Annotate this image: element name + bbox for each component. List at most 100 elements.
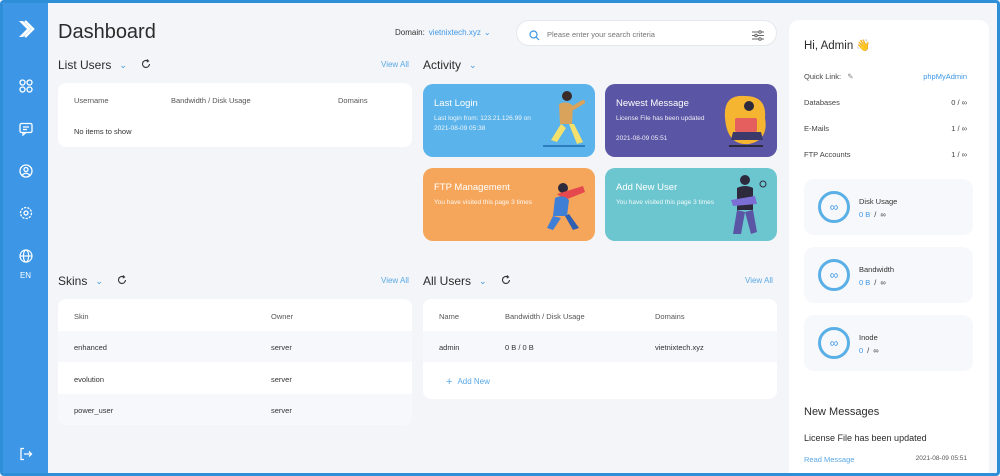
all-users-title: All Users — [423, 274, 472, 288]
activity-title: Activity — [423, 58, 462, 72]
refresh-icon[interactable] — [117, 274, 127, 288]
skins-title: Skins — [58, 274, 88, 288]
domain-selector[interactable]: Domain: vietnixtech.xyz ⌄ — [395, 28, 491, 37]
usage-label: Disk Usage — [859, 197, 898, 206]
globe-icon[interactable] — [3, 249, 48, 263]
quick-link-value[interactable]: phpMyAdmin — [923, 72, 967, 81]
app-frame: EN Dashboard Domain:vietnixtech.xyz⌄ Lis… — [0, 0, 1000, 476]
message-date: 2021-08-09 05:51 — [915, 455, 967, 462]
chevron-down-icon[interactable]: ⌄ — [469, 60, 477, 71]
person-standing-illustration — [731, 175, 767, 234]
skins-header: Skins ⌄ — [58, 274, 127, 288]
skins-table: Skin Owner enhanced server evolution ser… — [58, 299, 412, 425]
user-circle-icon[interactable] — [3, 164, 48, 178]
add-new-user-tile[interactable]: Add New User You have visited this page … — [605, 168, 777, 241]
sidebar: EN — [3, 3, 48, 473]
column-header[interactable]: Skin — [74, 312, 89, 321]
tile-subtitle: License File has been updated 2021-08-09 … — [616, 115, 705, 142]
stat-value: 1 / ∞ — [951, 150, 967, 159]
greeting: Hi, Admin 👋 — [804, 40, 871, 52]
plus-icon: + — [446, 376, 453, 388]
refresh-icon[interactable] — [501, 274, 511, 288]
column-header[interactable]: Owner — [271, 312, 293, 321]
chevron-down-icon[interactable]: ⌄ — [119, 60, 127, 71]
chevron-down-icon[interactable]: ⌄ — [484, 28, 491, 37]
bandwidth-card: ∞ Bandwidth 0 B / ∞ — [804, 247, 973, 303]
domain-value[interactable]: vietnixtech.xyz — [429, 28, 481, 37]
skin-name: enhanced — [74, 343, 107, 352]
skin-name: power_user — [74, 406, 114, 415]
person-scarf-illustration — [547, 183, 585, 230]
newest-message-tile[interactable]: Newest Message License File has been upd… — [605, 84, 777, 157]
activity-header: Activity ⌄ — [423, 58, 477, 72]
gear-icon[interactable] — [3, 206, 48, 220]
infinity-icon: ∞ — [818, 259, 850, 291]
search-bar — [516, 20, 777, 46]
pencil-icon[interactable]: ✎ — [847, 72, 853, 81]
stat-label: E-Mails — [804, 124, 830, 133]
ftp-management-tile[interactable]: FTP Management You have visited this pag… — [423, 168, 595, 241]
tile-title: Last Login — [434, 98, 478, 109]
empty-state-text: No items to show — [74, 127, 132, 136]
all-users-view-all-link[interactable]: View All — [745, 276, 773, 285]
infinity-icon: ∞ — [818, 327, 850, 359]
language-label[interactable]: EN — [3, 271, 48, 280]
skin-owner: server — [271, 375, 292, 384]
search-input[interactable] — [547, 26, 747, 42]
skins-view-all-link[interactable]: View All — [381, 276, 409, 285]
refresh-icon[interactable] — [141, 58, 151, 72]
all-users-header: All Users ⌄ — [423, 274, 511, 288]
search-icon[interactable] — [529, 28, 540, 46]
usage-label: Bandwidth — [859, 265, 895, 274]
column-header[interactable]: Bandwidth / Disk Usage — [171, 96, 251, 105]
tile-title: FTP Management — [434, 182, 510, 193]
infinity-icon: ∞ — [818, 191, 850, 223]
skin-owner: server — [271, 406, 292, 415]
chevron-down-icon[interactable]: ⌄ — [95, 276, 103, 287]
new-messages-title: New Messages — [804, 406, 880, 418]
skin-name: evolution — [74, 375, 105, 384]
person-laptop-illustration — [724, 95, 766, 147]
user-usage: 0 B / 0 B — [505, 343, 534, 352]
logout-icon[interactable] — [3, 447, 48, 461]
dashboard-grid-icon[interactable] — [3, 79, 48, 93]
column-header[interactable]: Name — [439, 312, 459, 321]
skin-owner: server — [271, 343, 292, 352]
user-domains: vietnixtech.xyz — [655, 343, 704, 352]
list-users-header: List Users ⌄ — [58, 58, 151, 72]
message-subject[interactable]: License File has been updated — [804, 433, 927, 443]
table-row[interactable] — [58, 331, 412, 362]
add-new-user-button[interactable]: + Add New — [446, 376, 490, 388]
tile-title: Add New User — [616, 182, 678, 193]
list-users-title: List Users — [58, 58, 112, 72]
last-login-tile[interactable]: Last Login Last login from: 123.21.126.9… — [423, 84, 595, 157]
usage-label: Inode — [859, 333, 878, 342]
quick-link-label: Quick Link: ✎ — [804, 72, 854, 81]
inode-card: ∞ Inode 0/∞ — [804, 315, 973, 371]
usage-value: 0 B / ∞ — [859, 278, 886, 287]
page-title: Dashboard — [58, 21, 156, 43]
tile-subtitle: Last login from: 123.21.126.99 on 2021-08… — [434, 115, 531, 132]
column-header[interactable]: Bandwidth / Disk Usage — [505, 312, 585, 321]
filter-icon[interactable] — [752, 28, 764, 46]
read-message-link[interactable]: Read Message — [804, 455, 854, 464]
column-header[interactable]: Domains — [655, 312, 685, 321]
list-users-view-all-link[interactable]: View All — [381, 60, 409, 69]
logo-icon[interactable] — [3, 19, 48, 39]
disk-usage-card: ∞ Disk Usage 0 B / ∞ — [804, 179, 973, 235]
tile-title: Newest Message — [616, 98, 689, 109]
domain-label: Domain: — [395, 28, 425, 37]
chevron-down-icon[interactable]: ⌄ — [479, 276, 487, 287]
table-row[interactable] — [423, 331, 777, 362]
stat-value: 1 / ∞ — [951, 124, 967, 133]
user-name[interactable]: admin — [439, 343, 459, 352]
person-walking-illustration — [543, 91, 585, 147]
stat-label: FTP Accounts — [804, 150, 851, 159]
stat-label: Databases — [804, 98, 840, 107]
column-header[interactable]: Username — [74, 96, 109, 105]
usage-value: 0/∞ — [859, 346, 879, 355]
usage-value: 0 B / ∞ — [859, 210, 886, 219]
message-icon[interactable] — [3, 122, 48, 136]
list-users-table: Username Bandwidth / Disk Usage Domains … — [58, 83, 412, 147]
column-header[interactable]: Domains — [338, 96, 368, 105]
